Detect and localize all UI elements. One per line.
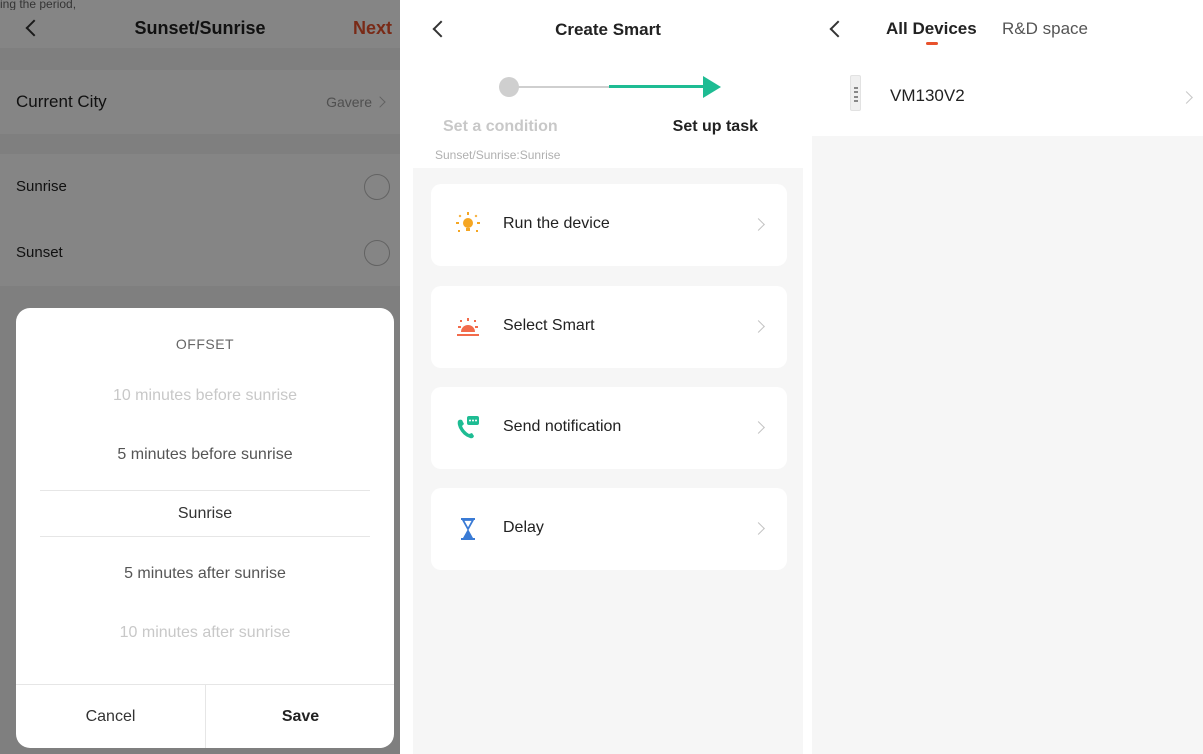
picker-item[interactable]: 10 minutes after sunrise bbox=[16, 624, 394, 642]
chevron-right-icon bbox=[752, 218, 765, 231]
chevron-right-icon bbox=[1180, 91, 1193, 104]
offset-picker-sheet: OFFSET 10 minutes before sunrise 5 minut… bbox=[16, 308, 394, 748]
light-bulb-icon bbox=[456, 212, 480, 232]
picker-item[interactable]: 5 minutes before sunrise bbox=[16, 446, 394, 464]
task-send-notification[interactable]: Send notification bbox=[431, 387, 787, 469]
task-select-smart[interactable]: Select Smart bbox=[431, 286, 787, 368]
hourglass-icon bbox=[461, 518, 475, 540]
task-delay[interactable]: Delay bbox=[431, 488, 787, 570]
back-chevron-icon[interactable] bbox=[829, 20, 847, 38]
picker-item[interactable]: 10 minutes before sunrise bbox=[16, 387, 394, 405]
picker-selection-line bbox=[40, 536, 370, 537]
picker-item[interactable]: 5 minutes after sunrise bbox=[16, 565, 394, 583]
phone-message-icon bbox=[457, 416, 479, 439]
picker-selection-line bbox=[40, 490, 370, 491]
tab-all-devices[interactable]: All Devices bbox=[886, 19, 977, 39]
cancel-button[interactable]: Cancel bbox=[16, 685, 205, 748]
header-bar: All Devices R&D space bbox=[812, 0, 1203, 58]
chevron-right-icon bbox=[752, 421, 765, 434]
condition-summary: Sunset/Sunrise:Sunrise bbox=[435, 148, 561, 162]
tab-rd-space[interactable]: R&D space bbox=[1002, 19, 1088, 39]
header-bar: Create Smart bbox=[413, 0, 803, 58]
device-name: VM130V2 bbox=[890, 86, 965, 105]
chevron-right-icon bbox=[752, 320, 765, 333]
chevron-right-icon bbox=[752, 522, 765, 535]
task-label: Run the device bbox=[503, 215, 610, 232]
offset-title: OFFSET bbox=[175, 336, 235, 352]
active-tab-indicator bbox=[926, 42, 938, 45]
task-label: Select Smart bbox=[503, 317, 595, 334]
step-connector-active bbox=[609, 85, 707, 88]
arrow-right-icon bbox=[703, 76, 721, 98]
step-progress: Set a condition Set up task Sunset/Sunri… bbox=[413, 58, 803, 168]
all-devices-screen: All Devices R&D space VM130V2 bbox=[812, 0, 1203, 754]
create-smart-screen: Create Smart Set a condition Set up task… bbox=[413, 0, 803, 754]
picker-item-selected[interactable]: Sunrise bbox=[16, 505, 394, 523]
task-label: Send notification bbox=[503, 418, 622, 435]
device-row[interactable]: VM130V2 bbox=[812, 58, 1203, 136]
sunset-sunrise-screen: ing the period, Sunset/Sunrise Next Curr… bbox=[0, 0, 400, 754]
step-dot-icon bbox=[499, 77, 519, 97]
task-label: Delay bbox=[503, 519, 544, 536]
save-button[interactable]: Save bbox=[206, 685, 394, 748]
step-label-task: Set up task bbox=[672, 118, 758, 135]
step-connector bbox=[517, 86, 609, 88]
task-run-device[interactable]: Run the device bbox=[431, 184, 787, 266]
step-label-condition: Set a condition bbox=[443, 118, 558, 135]
device-switch-icon bbox=[850, 75, 861, 111]
page-title: Create Smart bbox=[555, 20, 661, 39]
sunrise-icon bbox=[457, 318, 479, 336]
